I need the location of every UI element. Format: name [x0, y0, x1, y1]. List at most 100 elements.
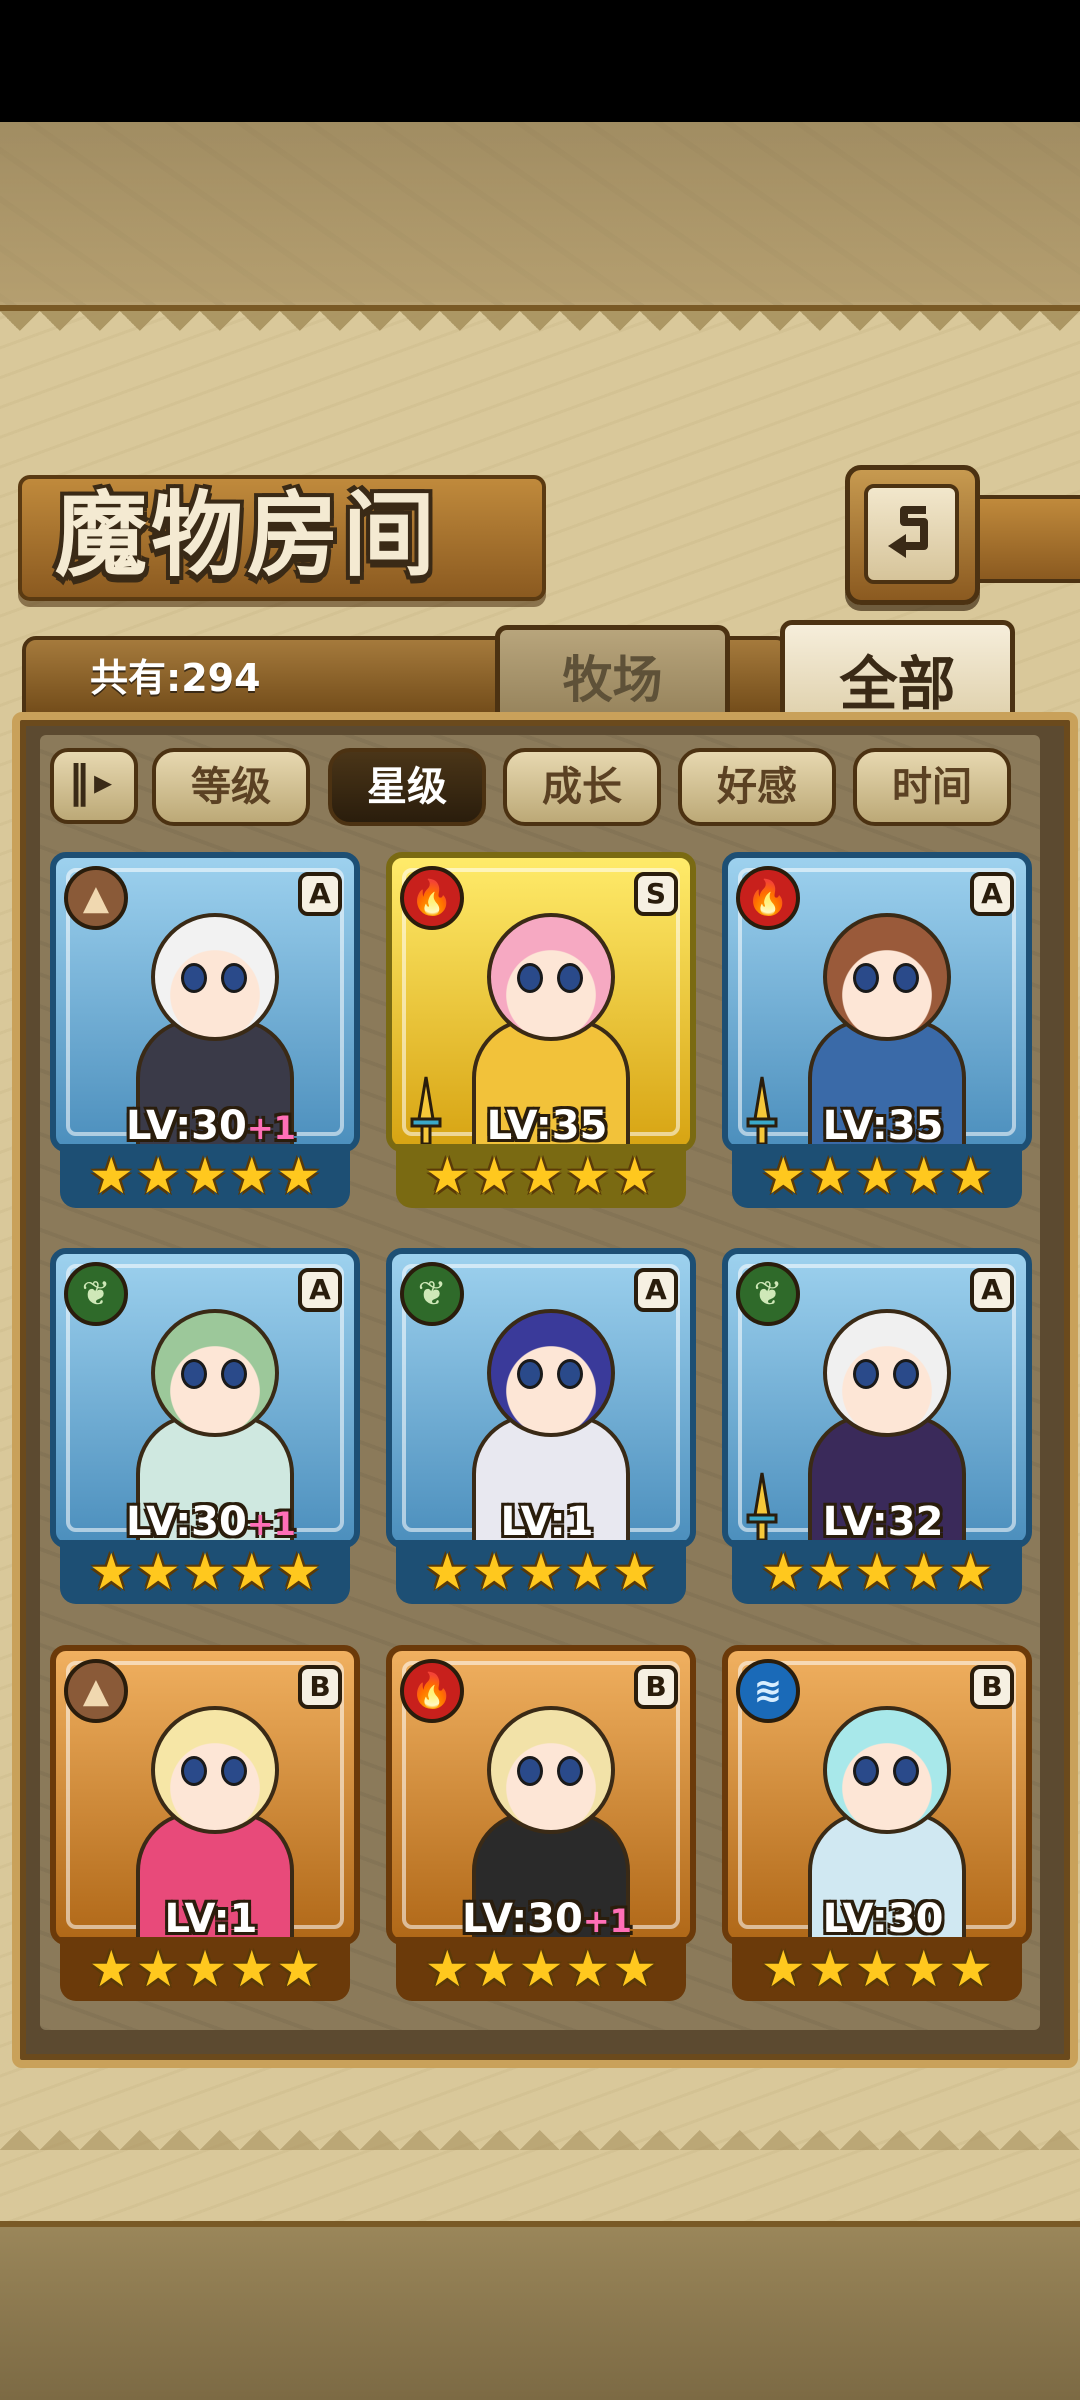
monster-portrait: 🔥 A LV:35 [722, 852, 1032, 1152]
wood-element-icon: ❦ [400, 1262, 464, 1326]
monster-eye-right [893, 1359, 919, 1389]
monster-level: LV:30+1 [56, 1103, 354, 1149]
rarity-grade-badge: B [634, 1665, 678, 1709]
parchment-torn-edge-top [0, 311, 1080, 351]
star-icon: ★ [182, 1940, 228, 1998]
back-button-rail [970, 495, 1080, 583]
monster-card[interactable]: 🔥 A LV:35 ★ ★ ★ ★ ★ [722, 852, 1032, 1214]
monster-head [487, 913, 615, 1041]
monster-eye-right [557, 963, 583, 993]
star-icon: ★ [565, 1543, 611, 1601]
monster-card[interactable]: ▲ B LV:1 ★ ★ ★ ★ ★ [50, 1645, 360, 2007]
star-icon: ★ [424, 1543, 470, 1601]
monster-eye-left [181, 1756, 207, 1786]
star-rating: ★ ★ ★ ★ ★ [732, 1937, 1022, 2001]
level-value: LV:35 [486, 1103, 608, 1149]
parchment-torn-edge-bottom [0, 2110, 1080, 2150]
rarity-grade-badge: A [970, 872, 1014, 916]
return-arrow-icon [888, 506, 928, 558]
star-icon: ★ [471, 1940, 517, 1998]
sort-by-level-button[interactable]: 等级 [152, 748, 310, 826]
star-icon: ★ [901, 1940, 947, 1998]
monster-eye-left [853, 1359, 879, 1389]
sort-by-stars-button[interactable]: 星级 [328, 748, 486, 826]
monster-level: LV:32 [728, 1499, 1026, 1545]
monster-eye-left [517, 1359, 543, 1389]
star-icon: ★ [276, 1940, 322, 1998]
rarity-grade-badge: A [634, 1268, 678, 1312]
element-glyph: ❦ [417, 1274, 447, 1314]
star-icon: ★ [854, 1940, 900, 1998]
star-icon: ★ [88, 1543, 134, 1601]
monster-head [487, 1706, 615, 1834]
star-rating: ★ ★ ★ ★ ★ [396, 1540, 686, 1604]
sort-by-time-button[interactable]: 时间 [853, 748, 1011, 826]
monster-head [823, 1309, 951, 1437]
monster-head [823, 913, 951, 1041]
element-glyph: ▲ [82, 878, 110, 918]
monster-eye-right [221, 1756, 247, 1786]
star-icon: ★ [471, 1147, 517, 1205]
monster-card[interactable]: ▲ A LV:30+1 ★ ★ ★ ★ ★ [50, 852, 360, 1214]
star-icon: ★ [948, 1543, 994, 1601]
earth-element-icon: ▲ [64, 866, 128, 930]
star-rating: ★ ★ ★ ★ ★ [732, 1540, 1022, 1604]
level-bonus: +1 [246, 1505, 296, 1543]
monster-eye-left [517, 963, 543, 993]
back-button[interactable] [845, 465, 980, 605]
monster-portrait: 🔥 B LV:30+1 [386, 1645, 696, 1945]
star-icon: ★ [518, 1147, 564, 1205]
monster-card[interactable]: ❦ A LV:32 ★ ★ ★ ★ ★ [722, 1248, 1032, 1610]
sort-order-icon: ‖ [68, 756, 90, 807]
monster-card[interactable]: ≋ B LV:30 ★ ★ ★ ★ ★ [722, 1645, 1032, 2007]
sort-order-toggle[interactable]: ‖ ▸ [50, 748, 138, 824]
wood-element-icon: ❦ [64, 1262, 128, 1326]
rarity-grade-badge: B [298, 1665, 342, 1709]
star-icon: ★ [612, 1543, 658, 1601]
monster-card[interactable]: 🔥 B LV:30+1 ★ ★ ★ ★ ★ [386, 1645, 696, 2007]
fire-element-icon: 🔥 [400, 866, 464, 930]
star-icon: ★ [854, 1147, 900, 1205]
star-icon: ★ [901, 1147, 947, 1205]
star-icon: ★ [88, 1940, 134, 1998]
monster-card[interactable]: ❦ A LV:1 ★ ★ ★ ★ ★ [386, 1248, 696, 1610]
monster-eye-left [853, 1756, 879, 1786]
monster-eye-left [517, 1756, 543, 1786]
star-rating: ★ ★ ★ ★ ★ [60, 1540, 350, 1604]
water-element-icon: ≋ [736, 1659, 800, 1723]
level-value: LV:1 [164, 1896, 258, 1942]
star-icon: ★ [760, 1543, 806, 1601]
sort-by-growth-button[interactable]: 成长 [503, 748, 661, 826]
level-value: LV:32 [822, 1499, 944, 1545]
sort-by-affection-button[interactable]: 好感 [678, 748, 836, 826]
star-icon: ★ [229, 1940, 275, 1998]
monster-eye-right [221, 1359, 247, 1389]
rarity-grade-badge: A [298, 1268, 342, 1312]
star-icon: ★ [88, 1147, 134, 1205]
level-value: LV:30 [822, 1896, 944, 1942]
monster-level: LV:1 [392, 1499, 690, 1545]
monster-portrait: ❦ A LV:32 [722, 1248, 1032, 1548]
star-icon: ★ [518, 1940, 564, 1998]
level-bonus: +1 [582, 1902, 632, 1940]
total-count: 共有:294 [90, 656, 261, 700]
star-icon: ★ [229, 1543, 275, 1601]
star-icon: ★ [612, 1147, 658, 1205]
level-value: LV:30 [126, 1103, 247, 1149]
level-value: LV:1 [500, 1499, 594, 1545]
map-background-top [0, 122, 1080, 302]
star-icon: ★ [948, 1940, 994, 1998]
star-icon: ★ [276, 1147, 322, 1205]
monster-card[interactable]: 🔥 S LV:35 ★ ★ ★ ★ ★ [386, 852, 696, 1214]
monster-level: LV:30 [728, 1896, 1026, 1942]
monster-card[interactable]: ❦ A LV:30+1 ★ ★ ★ ★ ★ [50, 1248, 360, 1610]
element-glyph: ❦ [753, 1274, 783, 1314]
star-icon: ★ [182, 1147, 228, 1205]
monster-level: LV:35 [392, 1103, 690, 1149]
fire-element-icon: 🔥 [736, 866, 800, 930]
sort-arrow-icon: ▸ [94, 762, 113, 803]
monster-head [151, 1706, 279, 1834]
monster-head [487, 1309, 615, 1437]
map-background-bottom [0, 2210, 1080, 2400]
fire-element-icon: 🔥 [400, 1659, 464, 1723]
